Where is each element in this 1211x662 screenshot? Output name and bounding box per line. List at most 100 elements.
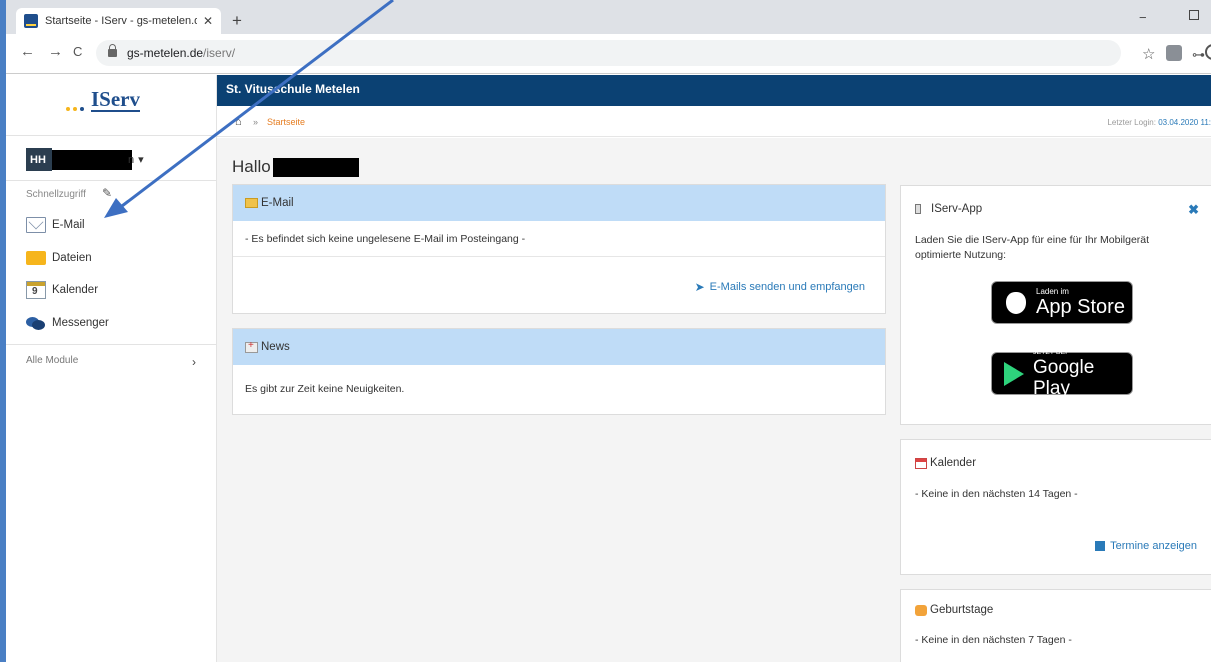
pencil-edit-icon[interactable]: ✎ — [102, 186, 112, 200]
lock-icon — [108, 44, 117, 57]
email-panel-header[interactable]: E-Mail — [233, 185, 885, 221]
user-name-suffix: n — [128, 153, 135, 166]
phone-icon — [915, 204, 921, 214]
user-avatar: HH — [26, 148, 52, 171]
back-arrow-icon[interactable]: ← — [20, 44, 35, 59]
sidebar-divider — [6, 344, 217, 345]
greeting-text: Hallo — [232, 157, 271, 176]
calendar-panel: Kalender - Keine in den nächsten 14 Tage… — [900, 439, 1211, 575]
calendar-panel-header: Kalender — [915, 457, 976, 469]
birthdays-panel-title: Geburtstage — [930, 604, 994, 616]
logo-dot — [66, 107, 70, 111]
email-panel-title: E-Mail — [261, 197, 294, 209]
user-menu[interactable]: HH n ▾ — [26, 148, 144, 171]
minimize-window-button[interactable]: − — [1139, 10, 1147, 25]
panel-divider — [233, 256, 885, 257]
sidebar-divider — [6, 135, 217, 136]
chat-icon — [26, 315, 46, 331]
page-title: Hallo — [232, 157, 359, 177]
logo-dots — [66, 107, 92, 111]
iserv-logo[interactable]: IServ — [61, 86, 151, 120]
iserv-app-panel-header: IServ-App — [915, 203, 982, 215]
iserv-app-title: IServ-App — [931, 203, 983, 215]
google-play-badge[interactable]: JETZT BEI Google Play — [991, 349, 1133, 399]
logo-text: IServ — [91, 87, 140, 112]
sidebar-item-calendar[interactable]: 9 Kalender — [26, 280, 98, 300]
google-play-text: JETZT BEI Google Play — [1033, 349, 1132, 399]
news-icon — [245, 340, 258, 353]
url-host: gs-metelen.de — [127, 46, 204, 60]
browser-tab[interactable]: Startseite - IServ - gs-metelen.de ✕ — [16, 8, 221, 34]
app-store-big-text: App Store — [1036, 296, 1125, 318]
url-text: gs-metelen.de/iserv/ — [127, 46, 235, 60]
logo-dot — [80, 107, 84, 111]
google-play-small-text: JETZT BEI — [1033, 348, 1068, 356]
mail-icon — [26, 217, 46, 233]
close-icon[interactable]: ✖ — [1188, 202, 1199, 218]
browser-tab-bar: Startseite - IServ - gs-metelen.de ✕ + − — [6, 0, 1211, 34]
last-login-value[interactable]: 03.04.2020 11: — [1158, 118, 1211, 127]
caret-down-icon: ▾ — [138, 154, 144, 166]
calendar-icon — [915, 457, 927, 469]
all-modules-label: Alle Module — [26, 355, 79, 366]
list-icon — [1095, 541, 1106, 551]
url-field[interactable]: gs-metelen.de/iserv/ — [96, 40, 1121, 66]
sidebar-item-messenger[interactable]: Messenger — [26, 313, 109, 333]
all-modules-link[interactable]: Alle Module › — [26, 355, 196, 369]
show-appointments-label: Termine anzeigen — [1110, 540, 1197, 552]
logo-dot — [73, 107, 77, 111]
screenshot-frame: Startseite - IServ - gs-metelen.de ✕ + −… — [6, 0, 1211, 662]
last-login-label: Letzter Login: — [1107, 118, 1156, 127]
sidebar-item-label: Kalender — [52, 284, 99, 296]
envelope-icon — [245, 198, 258, 208]
folder-icon — [26, 251, 46, 265]
calendar-icon: 9 — [26, 281, 46, 299]
breadcrumb: ⌂ » Startseite Letzter Login: 03.04.2020… — [217, 106, 1211, 137]
maximize-window-button[interactable] — [1189, 10, 1199, 20]
app-store-small-text: Laden im — [1036, 287, 1069, 296]
paper-plane-icon: ➤ — [694, 280, 705, 294]
birthdays-empty-message: - Keine in den nächsten 7 Tagen - — [915, 634, 1072, 646]
sidebar-divider — [6, 180, 217, 181]
browser-address-bar: ← → C gs-metelen.de/iserv/ ☆ ⊶ — [6, 34, 1211, 74]
home-icon[interactable]: ⌂ — [235, 116, 242, 128]
news-panel-header[interactable]: News — [233, 329, 885, 365]
school-name: St. Vitusschule Metelen — [226, 82, 360, 96]
bookmark-star-icon[interactable]: ☆ — [1142, 45, 1155, 63]
sidebar-item-files[interactable]: Dateien — [26, 248, 92, 268]
email-panel: E-Mail - Es befindet sich keine ungelese… — [232, 184, 886, 314]
new-tab-button[interactable]: + — [232, 12, 242, 29]
school-header: St. Vitusschule Metelen — [217, 75, 1211, 106]
last-login: Letzter Login: 03.04.2020 11: — [1107, 118, 1211, 127]
show-appointments-link[interactable]: Termine anzeigen — [1095, 540, 1197, 552]
redacted-user-name — [272, 157, 359, 177]
profile-icon[interactable] — [1205, 44, 1211, 60]
forward-arrow-icon[interactable]: → — [48, 44, 63, 59]
app-store-text: Laden im App Store — [1036, 287, 1125, 318]
google-play-big-text: Google Play — [1033, 356, 1095, 399]
send-receive-email-link[interactable]: ➤ E-Mails senden und empfangen — [695, 280, 865, 294]
google-play-logo-icon — [1004, 361, 1024, 386]
breadcrumb-current[interactable]: Startseite — [267, 117, 305, 127]
iserv-app-description: Laden Sie die IServ-App für eine für Ihr… — [915, 234, 1150, 261]
birthdays-panel-header: Geburtstage — [915, 604, 993, 616]
sidebar-item-email[interactable]: E-Mail — [26, 215, 85, 235]
app-store-badge[interactable]: Laden im App Store — [991, 281, 1133, 324]
news-panel-title: News — [261, 341, 290, 353]
iserv-app-panel: IServ-App ✖ Laden Sie die IServ-App für … — [900, 185, 1211, 425]
chevron-right-icon: › — [192, 355, 196, 369]
reload-icon[interactable]: C — [73, 44, 82, 59]
send-receive-email-label: E-Mails senden und empfangen — [709, 281, 865, 293]
extension-icon[interactable] — [1166, 45, 1182, 61]
breadcrumb-separator: » — [253, 117, 259, 127]
cake-icon — [915, 604, 927, 616]
iserv-favicon-icon — [24, 14, 38, 28]
password-key-icon[interactable]: ⊶ — [1192, 47, 1205, 63]
news-panel: News Es gibt zur Zeit keine Neuigkeiten. — [232, 328, 886, 415]
calendar-empty-message: - Keine in den nächsten 14 Tagen - — [915, 488, 1078, 500]
calendar-icon-day: 9 — [32, 286, 38, 297]
url-path: /iserv/ — [203, 46, 236, 60]
birthdays-panel: Geburtstage - Keine in den nächsten 7 Ta… — [900, 589, 1211, 662]
close-tab-icon[interactable]: ✕ — [203, 14, 213, 28]
news-empty-message: Es gibt zur Zeit keine Neuigkeiten. — [245, 383, 405, 395]
